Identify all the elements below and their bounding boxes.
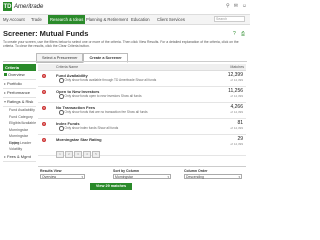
remove-icon[interactable]: × bbox=[42, 122, 46, 126]
nav-trade[interactable]: Trade bbox=[31, 17, 42, 22]
star-option[interactable]: 1 bbox=[56, 151, 64, 158]
td-logo[interactable]: TD Ameritrade bbox=[3, 2, 43, 11]
nav-client-services[interactable]: Client Services bbox=[157, 17, 185, 22]
chevron-down-icon: ▾ bbox=[167, 175, 169, 179]
star-option[interactable]: 4 bbox=[83, 151, 91, 158]
help-icon[interactable]: ? bbox=[233, 31, 238, 37]
chevron-right-icon: ▸ bbox=[4, 81, 7, 86]
criteria-row: × No Transaction Fees Only show funds th… bbox=[38, 103, 246, 119]
criteria-options[interactable]: Only show funds open to new investors Sh… bbox=[59, 94, 142, 99]
match-total: of 12,399 bbox=[230, 142, 243, 146]
page-actions: ? ⎙ bbox=[233, 31, 246, 37]
criteria-row: × Fund Availability Only show funds avai… bbox=[38, 71, 246, 87]
radio-icon[interactable] bbox=[59, 78, 64, 83]
tab-divider bbox=[3, 61, 247, 62]
criteria-row: × Index Funds Only show index funds Show… bbox=[38, 119, 246, 135]
results-view-label: Results View bbox=[40, 169, 62, 173]
match-total: of 12,399 bbox=[230, 78, 243, 82]
sidebar-item-ratings-risk[interactable]: ▾Ratings & Risk bbox=[3, 98, 36, 107]
search-input[interactable]: Search bbox=[214, 16, 245, 22]
radio-icon[interactable] bbox=[59, 94, 64, 99]
criteria-name[interactable]: No Transaction Fees bbox=[56, 105, 95, 110]
criteria-panel: Criteria Name Matches × Fund Availabilit… bbox=[38, 64, 246, 164]
match-total: of 12,399 bbox=[230, 94, 243, 98]
nav-my-account[interactable]: My Account bbox=[3, 17, 25, 22]
radio-icon[interactable] bbox=[59, 126, 64, 131]
logo-mark: TD bbox=[3, 2, 12, 11]
remove-icon[interactable]: × bbox=[42, 106, 46, 110]
sort-label: Sort by Column bbox=[113, 169, 140, 173]
star-option[interactable]: 3 bbox=[74, 151, 82, 158]
sort-select[interactable]: Morningstar ▾ bbox=[113, 174, 171, 179]
criteria-row: × Open to New Investors Only show funds … bbox=[38, 87, 246, 103]
chevron-down-icon: ▾ bbox=[4, 99, 7, 104]
star-rating-selector: 12345 bbox=[56, 142, 101, 160]
radio-icon[interactable] bbox=[59, 110, 64, 115]
nav-education[interactable]: Education bbox=[131, 17, 150, 22]
remove-icon[interactable]: × bbox=[42, 138, 46, 142]
nav-planning-retirement[interactable]: Planning & Retirement bbox=[86, 17, 128, 22]
logo-text: Ameritrade bbox=[14, 3, 44, 10]
nav-research-ideas[interactable]: Research & Ideas bbox=[48, 15, 86, 24]
intro-text: To create your screen, use the filters b… bbox=[3, 40, 239, 49]
criteria-name[interactable]: Open to New Investors bbox=[56, 89, 99, 94]
top-bar: TD Ameritrade ⚲ ✉ ☺ bbox=[0, 0, 250, 13]
sidebar-item-fees-mgmt[interactable]: ▸Fees & Mgmt bbox=[3, 153, 36, 162]
page-title: Screener: Mutual Funds bbox=[3, 29, 89, 38]
criteria-name[interactable]: Morningstar Star Rating bbox=[56, 137, 102, 142]
chevron-down-icon: ▾ bbox=[81, 175, 83, 179]
search-icon[interactable]: ⚲ bbox=[226, 3, 230, 9]
criteria-name-header: Criteria Name bbox=[56, 65, 79, 69]
criteria-options[interactable]: Only show funds available through TD Ame… bbox=[59, 78, 156, 83]
criteria-header: Criteria Name Matches bbox=[38, 64, 246, 71]
sidebar-item-portfolio[interactable]: ▸Portfolio bbox=[3, 80, 36, 89]
matches-header: Matches bbox=[230, 65, 244, 69]
order-select[interactable]: Descending ▾ bbox=[184, 174, 242, 179]
top-icons: ⚲ ✉ ☺ bbox=[226, 3, 247, 9]
results-view-select[interactable]: Overview ▾ bbox=[40, 174, 85, 179]
star-option[interactable]: 2 bbox=[65, 151, 73, 158]
results-bar: Results View Overview ▾ Sort by Column Mo… bbox=[38, 166, 246, 197]
main-nav: My Account Trade Research & Ideas Planni… bbox=[0, 14, 250, 25]
criteria-options[interactable]: Only show index funds Show all funds bbox=[59, 126, 118, 131]
match-total: of 12,399 bbox=[230, 126, 243, 130]
sidebar-item-performance[interactable]: ▸Performance bbox=[3, 89, 36, 98]
star-option[interactable]: 5 bbox=[92, 151, 100, 158]
criteria-row: × Morningstar Star Rating 12345 29 of 12… bbox=[38, 135, 246, 158]
sidebar-header: Criteria bbox=[3, 64, 36, 71]
user-icon[interactable]: ☺ bbox=[242, 3, 247, 9]
criteria-name[interactable]: Fund Availability bbox=[56, 73, 88, 78]
sidebar-item-overview[interactable]: Overview bbox=[3, 71, 36, 80]
selected-indicator-icon bbox=[4, 73, 7, 77]
chevron-right-icon: ▸ bbox=[4, 90, 7, 95]
chevron-down-icon: ▾ bbox=[238, 175, 240, 179]
print-icon[interactable]: ⎙ bbox=[241, 31, 246, 37]
view-matches-button[interactable]: View 29 matches bbox=[90, 183, 132, 190]
remove-icon[interactable]: × bbox=[42, 74, 46, 78]
remove-icon[interactable]: × bbox=[42, 90, 46, 94]
criteria-sidebar: Criteria Overview ▸Portfolio ▸Performanc… bbox=[3, 64, 36, 162]
match-total: of 12,399 bbox=[230, 110, 243, 114]
chevron-right-icon: ▸ bbox=[4, 153, 7, 159]
order-label: Column Order bbox=[184, 169, 208, 173]
criteria-options[interactable]: Only show funds that are no transaction … bbox=[59, 110, 148, 115]
criteria-name[interactable]: Index Funds bbox=[56, 121, 80, 126]
message-icon[interactable]: ✉ bbox=[234, 3, 238, 9]
